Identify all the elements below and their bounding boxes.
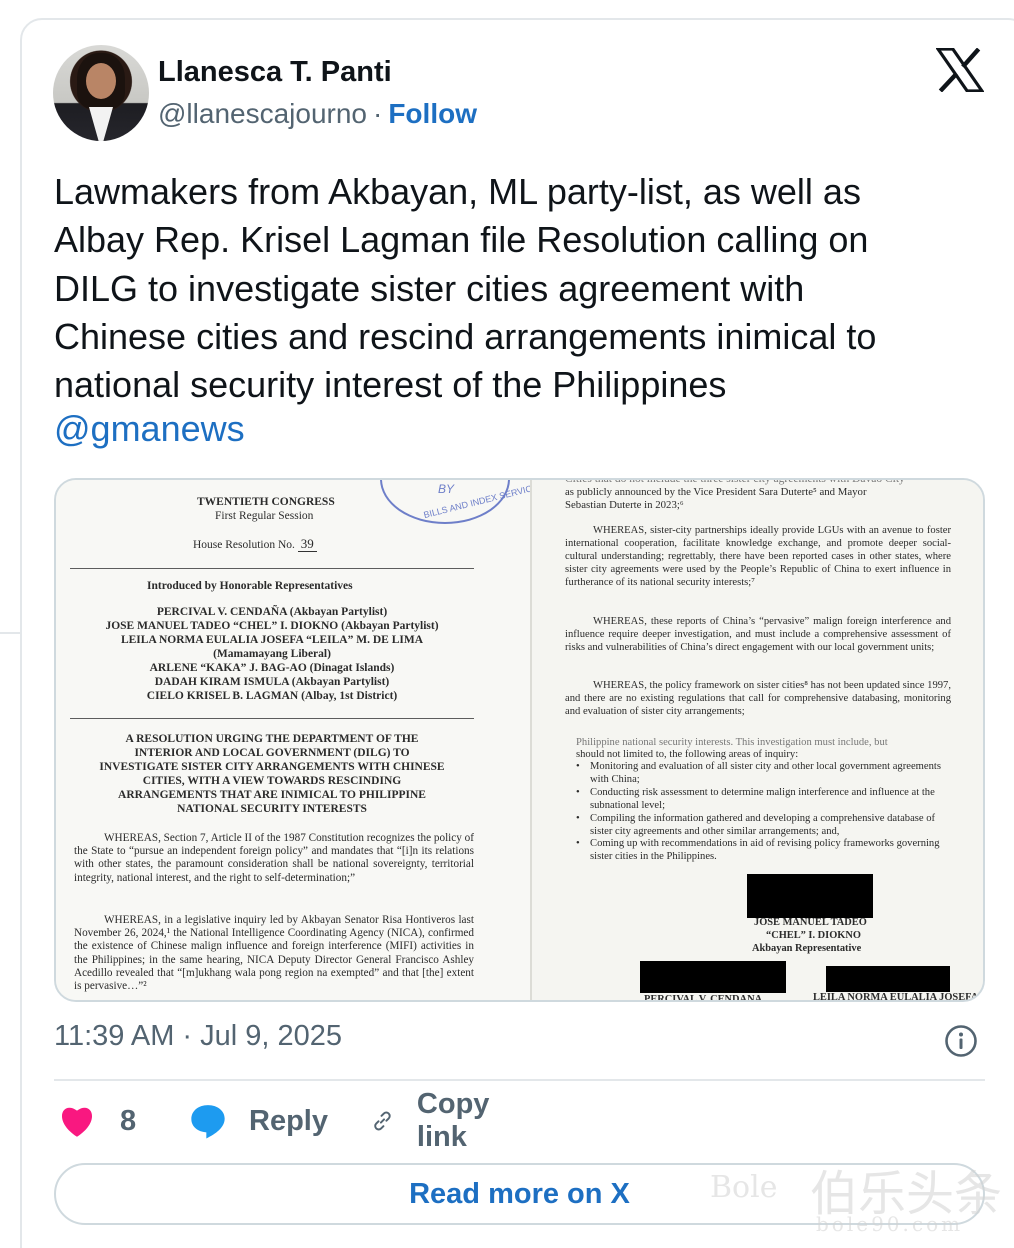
like-button[interactable]: 8 bbox=[58, 1098, 136, 1144]
info-icon[interactable] bbox=[944, 1024, 978, 1058]
document-page-left: BY BILLS AND INDEX SERVICE TWENTIETH CON… bbox=[56, 480, 539, 1000]
inquiry-item: Monitoring and evaluation of all sister … bbox=[576, 761, 956, 787]
author-name[interactable]: Llanesca T. Panti bbox=[158, 56, 392, 89]
heart-icon bbox=[61, 1107, 93, 1137]
signatory-name: LEILA NORMA EULALIA JOSEFA bbox=[813, 992, 979, 1002]
inquiry-list: Monitoring and evaluation of all sister … bbox=[576, 761, 956, 864]
representative: DADAH KIRAM ISMULA (Akbayan Partylist) bbox=[154, 676, 390, 688]
resolution-title-line: CITIES, WITH A VIEW TOWARDS RESCINDING bbox=[142, 775, 402, 787]
reply-label: Reply bbox=[249, 1104, 328, 1137]
tweet-line: national security interest of the Philip… bbox=[54, 364, 727, 406]
mention-link[interactable]: @gmanews bbox=[54, 408, 245, 450]
representative: ARLENE “KAKA” J. BAG-AO (Dinagat Islands… bbox=[149, 662, 395, 674]
resolution-title-line: A RESOLUTION URGING THE DEPARTMENT OF TH… bbox=[125, 733, 419, 745]
tweet-line: DILG to investigate sister cities agreem… bbox=[54, 267, 805, 309]
document-page-right: Cities that do not include the three sis… bbox=[532, 480, 983, 1002]
resolution-label-text: House Resolution No. bbox=[193, 539, 295, 551]
signatory-name: “CHEL” I. DIOKNO bbox=[766, 930, 861, 941]
resolution-title-line: INTERIOR AND LOCAL GOVERNMENT (DILG) TO bbox=[134, 747, 410, 759]
copy-link-label: Copy link bbox=[416, 1088, 490, 1153]
resolution-title-line: NATIONAL SECURITY INTERESTS bbox=[177, 803, 367, 815]
congress-heading: TWENTIETH CONGRESS bbox=[197, 496, 335, 508]
representative: LEILA NORMA EULALIA JOSEFA “LEILA” M. DE… bbox=[120, 634, 424, 646]
section-divider bbox=[54, 1079, 985, 1081]
author-handle[interactable]: @llanescajourno bbox=[158, 98, 367, 129]
x-logo-icon[interactable] bbox=[936, 48, 984, 92]
doc-rule bbox=[70, 568, 474, 569]
resolution-label: House Resolution No. 39 bbox=[193, 536, 317, 553]
doc-text-line: Sebastian Duterte in 2023;⁶ bbox=[565, 499, 684, 511]
redacted-signature bbox=[747, 874, 873, 918]
resolution-title-line: INVESTIGATE SISTER CITY ARRANGEMENTS WIT… bbox=[99, 761, 445, 773]
signatory-name: JOSE MANUEL TADEO bbox=[754, 917, 867, 928]
tweet-line: Lawmakers from Akbayan, ML party-list, a… bbox=[54, 171, 861, 212]
author-avatar[interactable] bbox=[53, 45, 149, 141]
background-divider bbox=[0, 632, 20, 634]
link-icon bbox=[374, 1111, 391, 1131]
separator-dot: · bbox=[373, 98, 383, 129]
author-handle-row: @llanescajourno · Follow bbox=[158, 98, 477, 130]
avatar-face bbox=[86, 63, 116, 99]
representative: (Mamamayang Liberal) bbox=[213, 648, 331, 660]
tweet-media-image[interactable]: BY BILLS AND INDEX SERVICE TWENTIETH CON… bbox=[54, 478, 985, 1002]
reply-bubble-icon bbox=[191, 1105, 225, 1139]
watermark-logo-text: Bole bbox=[710, 1170, 778, 1205]
watermark-url: bole90.com bbox=[816, 1212, 964, 1236]
redacted-signature bbox=[640, 961, 786, 993]
doc-text-line: as publicly announced by the Vice Presid… bbox=[565, 486, 867, 498]
stamp-by: BY bbox=[438, 482, 455, 496]
tweet-line: Albay Rep. Krisel Lagman file Resolution… bbox=[54, 219, 869, 261]
signatory-name: PERCIVAL V. CENDANA bbox=[644, 994, 763, 1002]
inquiry-item: Conducting risk assessment to determine … bbox=[576, 787, 956, 813]
representative: JOSE MANUEL TADEO “CHEL” I. DIOKNO (Akba… bbox=[105, 620, 439, 632]
follow-button[interactable]: Follow bbox=[388, 98, 477, 129]
avatar-shirt bbox=[89, 107, 113, 141]
copy-link-button[interactable]: Copy link bbox=[370, 1088, 503, 1153]
doc-rule bbox=[70, 718, 474, 719]
redacted-signature bbox=[826, 966, 950, 992]
tweet-timestamp[interactable]: 11:39 AM · Jul 9, 2025 bbox=[54, 1020, 342, 1053]
watermark-logo: Bole 伯乐头条 bole90.com bbox=[706, 1150, 1014, 1248]
signatory-title: Akbayan Representative bbox=[752, 943, 862, 954]
list-intro: should not limited to, the following are… bbox=[576, 749, 799, 760]
whereas-paragraph: WHEREAS, in a legislative inquiry led by… bbox=[74, 914, 474, 993]
whereas-paragraph: WHEREAS, the policy framework on sister … bbox=[565, 680, 951, 717]
resolution-title-line: ARRANGEMENTS THAT ARE INIMICAL TO PHILIP… bbox=[118, 789, 426, 801]
inquiry-item: Coming up with recommendations in aid of… bbox=[576, 838, 956, 864]
reply-button[interactable]: Reply bbox=[188, 1098, 328, 1144]
representative: CIELO KRISEL B. LAGMAN (Albay, 1st Distr… bbox=[146, 690, 398, 702]
inquiry-item: Compiling the information gathered and d… bbox=[576, 813, 956, 839]
whereas-paragraph: WHEREAS, Section 7, Article II of the 19… bbox=[74, 832, 474, 884]
like-count: 8 bbox=[120, 1104, 137, 1137]
tweet-text: Lawmakers from Akbayan, ML party-list, a… bbox=[54, 168, 984, 409]
representative: PERCIVAL V. CENDAÑA (Akbayan Partylist) bbox=[156, 606, 388, 618]
tweet-line: Chinese cities and rescind arrangements … bbox=[54, 315, 877, 357]
whereas-paragraph: WHEREAS, sister-city partnerships ideall… bbox=[565, 525, 951, 588]
session-label: First Regular Session bbox=[215, 510, 314, 522]
whereas-paragraph: WHEREAS, these reports of China’s “perva… bbox=[565, 616, 951, 653]
received-stamp: BY BILLS AND INDEX SERVICE bbox=[380, 480, 539, 524]
resolution-number: 39 bbox=[297, 536, 317, 552]
introduced-by: Introduced by Honorable Representatives bbox=[147, 580, 353, 592]
